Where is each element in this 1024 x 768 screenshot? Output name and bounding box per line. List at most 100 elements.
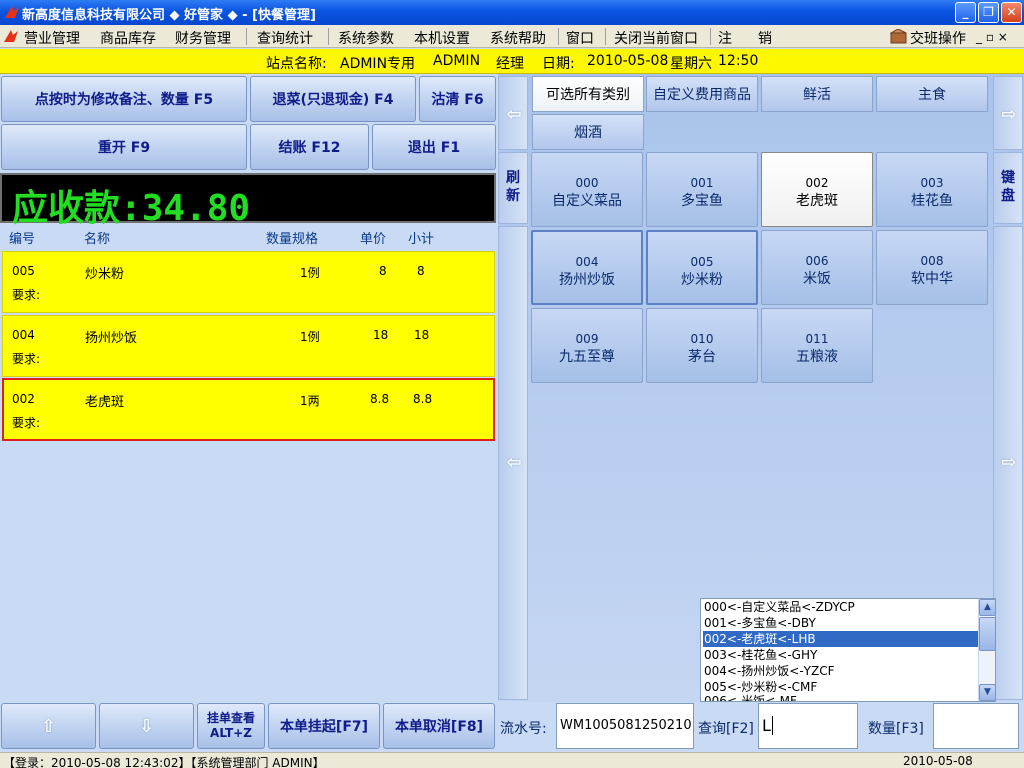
order-row[interactable]: 005 炒米粉 1例 8 8 要求:	[2, 251, 495, 313]
dish-code: 001	[690, 176, 714, 190]
dish-button[interactable]: 000 自定义菜品	[531, 152, 643, 227]
menu-sales[interactable]: 营业管理	[24, 28, 80, 48]
suggestion-item[interactable]: 003<-桂花鱼<-GHY	[703, 647, 979, 663]
row-note-label: 要求:	[12, 352, 41, 366]
search-input[interactable]: L​	[758, 703, 858, 749]
scroll-down-button[interactable]: ⇩	[99, 703, 194, 749]
category-custom-fee[interactable]: 自定义费用商品	[646, 76, 758, 112]
exit-button[interactable]: 退出 F1	[372, 124, 496, 170]
order-row[interactable]: 004 扬州炒饭 1例 18 18 要求:	[2, 315, 495, 377]
menu-help[interactable]: 系统帮助	[490, 28, 546, 48]
scroll-up-icon[interactable]: ▲	[979, 599, 996, 616]
dish-button[interactable]: 011 五粮液	[761, 308, 873, 383]
row-price: 18	[373, 328, 389, 342]
menu-system-params[interactable]: 系统参数	[338, 28, 394, 48]
menu-bar: 营业管理 商品库存 财务管理 查询统计 系统参数 本机设置 系统帮助 窗口 关闭…	[0, 25, 1024, 48]
menu-shift-change[interactable]: 交班操作	[910, 28, 966, 48]
checkout-button[interactable]: 结账 F12	[250, 124, 369, 170]
row-name: 老虎斑	[85, 395, 125, 410]
dish-button[interactable]: 009 九五至尊	[531, 308, 643, 383]
menu-logout-a[interactable]: 注	[718, 28, 732, 48]
refund-button[interactable]: 退菜(只退现金) F4	[250, 76, 416, 122]
menu-finance[interactable]: 财务管理	[175, 28, 231, 48]
reopen-button[interactable]: 重开 F9	[1, 124, 247, 170]
arrow-up-icon: ⇧	[40, 715, 57, 737]
menu-inventory[interactable]: 商品库存	[100, 28, 156, 48]
dish-button-selected[interactable]: 002 老虎斑	[761, 152, 873, 227]
menu-separator	[710, 28, 711, 45]
dish-button[interactable]: 005 炒米粉	[646, 230, 758, 305]
row-qty: 1例	[300, 266, 320, 280]
row-name: 炒米粉	[85, 267, 125, 282]
menu-window[interactable]: 窗口	[566, 28, 594, 48]
suggestion-item[interactable]: 006<-米饭<-MF	[703, 694, 979, 701]
cancel-order-button[interactable]: 本单取消[F8]	[383, 703, 495, 749]
app-menu-icon[interactable]	[3, 29, 19, 43]
menu-close-current[interactable]: 关闭当前窗口	[614, 28, 698, 48]
dish-button[interactable]: 004 扬州炒饭	[531, 230, 643, 305]
next-category-button[interactable]: ⇨	[993, 76, 1023, 150]
close-button[interactable]: ✕	[1001, 2, 1022, 23]
row-subtotal: 18	[414, 328, 430, 342]
quantity-input[interactable]	[933, 703, 1019, 749]
sold-out-button[interactable]: 沽清 F6	[419, 76, 496, 122]
menu-separator	[558, 28, 559, 45]
dish-button[interactable]: 006 米饭	[761, 230, 873, 305]
status-clock: 2010-05-08 12:50:32	[903, 754, 973, 768]
user-name: ADMIN	[433, 53, 481, 69]
amount-due-display: 应收款:34.80	[0, 173, 496, 229]
dish-code: 004	[575, 255, 599, 269]
category-staple[interactable]: 主食	[876, 76, 988, 112]
scroll-thumb[interactable]	[979, 617, 996, 651]
refresh-button[interactable]: 刷新	[498, 152, 528, 224]
category-all[interactable]: 可选所有类别	[532, 76, 644, 112]
row-subtotal: 8.8	[413, 392, 433, 406]
dish-button[interactable]: 003 桂花鱼	[876, 152, 988, 227]
dish-code: 010	[690, 332, 714, 346]
prev-category-button[interactable]: ⇦	[498, 76, 528, 150]
station-label: 站点名称:	[266, 56, 327, 72]
row-price: 8	[379, 264, 387, 278]
dish-code: 008	[920, 254, 944, 268]
suggestions-scrollbar[interactable]: ▲ ▼	[978, 599, 996, 701]
prev-page-button[interactable]: ⇦	[498, 226, 528, 700]
menu-local-settings[interactable]: 本机设置	[414, 28, 470, 48]
dish-button[interactable]: 008 软中华	[876, 230, 988, 305]
keyboard-button[interactable]: 键盘	[993, 152, 1023, 224]
menu-separator	[246, 28, 247, 45]
modify-note-button[interactable]: 点按时为修改备注、数量 F5	[1, 76, 247, 122]
hold-order-button[interactable]: 本单挂起[F7]	[268, 703, 380, 749]
next-page-button[interactable]: ⇨	[993, 226, 1023, 700]
menu-query[interactable]: 查询统计	[257, 28, 313, 48]
maximize-button[interactable]: ❐	[978, 2, 999, 23]
suggestion-item[interactable]: 004<-扬州炒饭<-YZCF	[703, 663, 979, 679]
dish-code: 000	[575, 176, 599, 190]
dish-name: 软中华	[911, 271, 953, 287]
dish-button[interactable]: 001 多宝鱼	[646, 152, 758, 227]
suggestion-item[interactable]: 001<-多宝鱼<-DBY	[703, 615, 979, 631]
minimize-button[interactable]: _	[955, 2, 976, 23]
view-held-orders-button[interactable]: 挂单查看 ALT+Z	[197, 703, 265, 749]
category-tobacco-liquor[interactable]: 烟酒	[532, 114, 644, 150]
dish-code: 009	[575, 332, 599, 346]
suggestion-item[interactable]: 000<-自定义菜品<-ZDYCP	[703, 599, 979, 615]
suggestion-item-selected[interactable]: 002<-老虎斑<-LHB	[703, 631, 979, 647]
order-row-selected[interactable]: 002 老虎斑 1两 8.8 8.8 要求:	[2, 378, 495, 441]
category-live-seafood[interactable]: 鲜活	[761, 76, 873, 112]
suggestion-item[interactable]: 005<-炒米粉<-CMF	[703, 679, 979, 695]
arrow-down-icon: ⇩	[138, 715, 155, 737]
scroll-down-icon[interactable]: ▼	[979, 684, 996, 701]
row-code: 005	[12, 264, 35, 278]
status-bar: 【登录：2010-05-08 12:43:02】【系统管理部门 ADMIN】 2…	[0, 752, 1024, 768]
dish-button[interactable]: 010 茅台	[646, 308, 758, 383]
menu-logout-b[interactable]: 销	[758, 28, 772, 48]
amount-due-value: 34.80	[141, 188, 251, 229]
menu-separator	[328, 28, 329, 45]
dish-code: 005	[690, 255, 714, 269]
keyboard-label: 键盘	[1001, 170, 1015, 204]
mdi-window-controls[interactable]: _ ▫ ×	[976, 30, 1008, 44]
search-suggestions-list[interactable]: 000<-自定义菜品<-ZDYCP 001<-多宝鱼<-DBY 002<-老虎斑…	[700, 598, 996, 702]
col-name: 名称	[84, 232, 111, 247]
scroll-up-button[interactable]: ⇧	[1, 703, 96, 749]
view-held-shortcut: ALT+Z	[210, 726, 252, 740]
